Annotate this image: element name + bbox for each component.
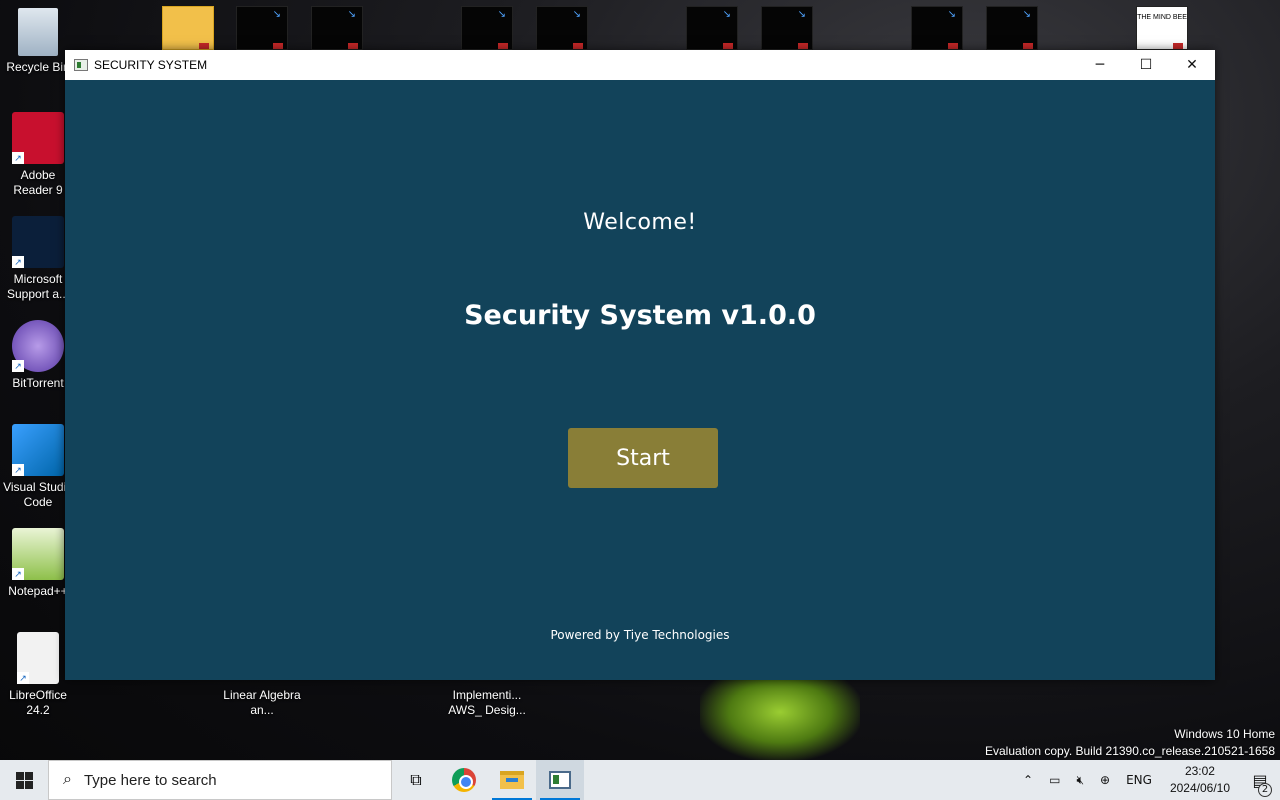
shortcut-arrow-icon: ↘ [572,9,581,20]
wallpaper-tent [700,680,860,760]
bittorrent-icon: ↗ [12,320,64,372]
chevron-up-icon[interactable]: ⌃ [1015,773,1041,787]
task-view-icon: ⧉ [410,770,422,789]
pdf-file-icon[interactable]: ↘ [311,6,363,50]
volume-muted-icon[interactable]: 🔇︎ [1068,773,1092,788]
close-button[interactable]: ✕ [1169,50,1215,80]
shortcut-arrow-icon: ↗ [17,672,29,684]
desktop-icon-label: Linear Algebra an... [223,688,301,717]
wrench-screwdriver-icon: ↗ [12,216,64,268]
battery-network-icon[interactable]: ▭ [1041,773,1068,787]
shortcut-arrow-icon: ↗ [12,256,24,268]
libreoffice-icon: ↗ [17,632,59,684]
notification-count-badge: 2 [1258,782,1272,797]
windows-watermark: Windows 10 Home Evaluation copy. Build 2… [985,726,1275,760]
maximize-button[interactable]: ☐ [1123,50,1169,80]
shortcut-arrow-icon: ↘ [497,9,506,20]
taskbar: ⌕ Type here to search ⧉ ⌃ ▭ 🔇︎ ⊕ ENG 23:… [0,760,1280,800]
chrome-icon [452,768,476,792]
clock-time: 23:02 [1184,764,1215,778]
pdf-file-icon[interactable]: ↘ [461,6,513,50]
app-title: Security System v1.0.0 [464,300,816,331]
window-controls: ─ ☐ ✕ [1077,50,1215,80]
pdf-file-icon[interactable]: ↘ [911,6,963,50]
search-placeholder: Type here to search [83,771,217,789]
window-content: Welcome! Security System v1.0.0 Start Po… [65,80,1215,680]
shortcut-arrow-icon: ↗ [12,152,24,164]
recycle-bin-icon [18,8,58,56]
powered-by-text: Powered by Tiye Technologies [550,628,730,642]
notification-center-button[interactable]: ▤ 2 [1240,771,1280,797]
shortcut-arrow-icon: ↗ [12,360,24,372]
window-title: SECURITY SYSTEM [94,58,208,72]
pdf-file-icon[interactable]: ↘ [686,6,738,50]
desktop-icon-label: LibreOffice 24.2 [9,688,67,717]
app-window-icon [74,59,88,71]
file-explorer-icon [500,771,524,789]
watermark-build: Evaluation copy. Build 21390.co_release.… [985,744,1275,758]
taskbar-file-explorer[interactable] [488,760,536,800]
book-cover-icon[interactable]: THE MIND BEE [1136,6,1188,50]
shortcut-arrow-icon: ↗ [12,464,24,476]
shortcut-arrow-icon: ↘ [947,9,956,20]
shortcut-arrow-icon: ↘ [722,9,731,20]
welcome-text: Welcome! [583,210,697,235]
system-tray: ⌃ ▭ 🔇︎ ⊕ ENG 23:02 2024/06/10 ▤ 2 [1015,760,1280,800]
search-icon: ⌕ [63,771,72,788]
security-system-window: SECURITY SYSTEM ─ ☐ ✕ Welcome! Security … [65,50,1215,680]
windows-logo-icon [15,771,33,789]
shortcut-arrow-icon: ↘ [347,9,356,20]
watermark-edition: Windows 10 Home [1174,727,1275,741]
taskbar-security-system[interactable] [536,760,584,800]
taskbar-clock[interactable]: 23:02 2024/06/10 [1160,763,1240,797]
notepad-plus-plus-icon: ↗ [12,528,64,580]
globe-icon[interactable]: ⊕ [1092,773,1118,787]
pdf-file-icon[interactable]: ↘ [761,6,813,50]
window-titlebar[interactable]: SECURITY SYSTEM ─ ☐ ✕ [65,50,1215,80]
desktop-icon-linear-algebra[interactable]: Linear Algebra an... [222,688,302,718]
taskbar-search-box[interactable]: ⌕ Type here to search [48,760,392,800]
taskbar-chrome[interactable] [440,760,488,800]
start-button[interactable]: Start [568,428,718,488]
adobe-reader-icon: ↗ [12,112,64,164]
desktop-icon-label: Implementi... AWS_ Desig... [448,688,526,717]
language-indicator[interactable]: ENG [1118,773,1160,787]
shortcut-arrow-icon: ↘ [797,9,806,20]
pdf-file-icon[interactable]: ↘ [236,6,288,50]
minimize-button[interactable]: ─ [1077,50,1123,80]
shortcut-arrow-icon: ↘ [1022,9,1031,20]
windows-start-button[interactable] [0,760,48,800]
pdf-file-icon[interactable]: ↘ [536,6,588,50]
security-system-app-icon [549,771,571,789]
pdf-file-icon[interactable]: ↘ [986,6,1038,50]
task-view-button[interactable]: ⧉ [392,760,440,800]
desktop-icon-aws-design[interactable]: Implementi... AWS_ Desig... [446,688,528,718]
clock-date: 2024/06/10 [1169,781,1230,795]
folder-icon[interactable] [162,6,214,50]
shortcut-arrow-icon: ↗ [12,568,24,580]
vscode-icon: ↗ [12,424,64,476]
shortcut-arrow-icon: ↘ [272,9,281,20]
